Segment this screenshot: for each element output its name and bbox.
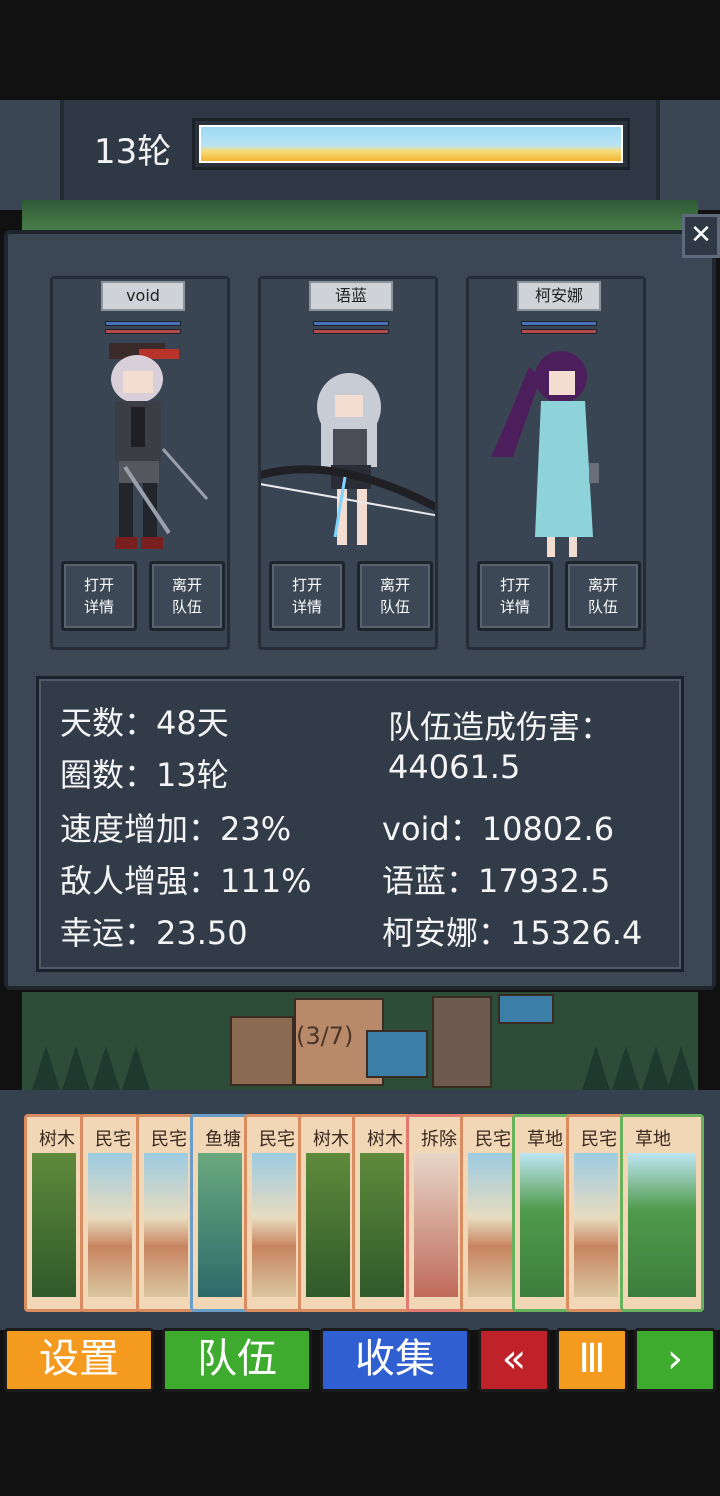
land-card-forest[interactable]: 树木 <box>352 1114 412 1312</box>
character-sprite-yulan <box>261 373 435 545</box>
rewind-button[interactable]: « <box>478 1328 550 1392</box>
open-details-button[interactable]: 打开 详情 <box>269 561 345 631</box>
character-name: 语蓝 <box>309 281 393 311</box>
map-strip-top <box>22 200 698 232</box>
tree-icon <box>92 1046 120 1090</box>
card-art <box>520 1153 564 1297</box>
tree-icon <box>32 1046 60 1090</box>
land-card-demolish[interactable]: 拆除 <box>406 1114 466 1312</box>
tree-icon <box>582 1046 610 1090</box>
team-button[interactable]: 队伍 <box>162 1328 312 1392</box>
character-name: 柯安娜 <box>517 281 601 311</box>
card-title: 拆除 <box>421 1129 457 1150</box>
map-counter: (3/7) <box>296 1022 354 1050</box>
card-title: 草地 <box>635 1129 671 1150</box>
pause-button[interactable]: Ⅲ <box>556 1328 628 1392</box>
card-art <box>88 1153 132 1297</box>
round-counter: 13轮 <box>94 132 172 172</box>
card-title: 民宅 <box>475 1129 511 1150</box>
card-art <box>574 1153 618 1297</box>
collect-button[interactable]: 收集 <box>320 1328 470 1392</box>
house-icon <box>230 1016 294 1086</box>
stat-damage-keanna: 柯安娜：15326.4 <box>382 914 643 952</box>
character-sprite-void <box>109 343 209 549</box>
tree-icon <box>642 1046 670 1090</box>
card-art <box>32 1153 76 1297</box>
card-art <box>414 1153 458 1297</box>
round-progress-fill <box>199 125 623 163</box>
land-card-grass[interactable]: 草地 <box>620 1114 704 1312</box>
land-card-house[interactable]: 民宅 <box>136 1114 196 1312</box>
card-art <box>360 1153 404 1297</box>
play-button[interactable]: › <box>634 1328 716 1392</box>
character-bars <box>521 321 597 337</box>
land-card-grass[interactable]: 草地 <box>512 1114 572 1312</box>
card-title: 民宅 <box>95 1129 131 1150</box>
character-bars <box>105 321 181 337</box>
character-card-keanna: 柯安娜 打开 详情 离开 队伍 <box>466 276 646 650</box>
land-card-house[interactable]: 民宅 <box>566 1114 626 1312</box>
tree-icon <box>612 1046 640 1090</box>
tree-icon <box>62 1046 90 1090</box>
tree-icon <box>122 1046 150 1090</box>
card-art <box>306 1153 350 1297</box>
leave-team-button[interactable]: 离开 队伍 <box>357 561 433 631</box>
house-icon <box>432 996 492 1088</box>
land-card-pond[interactable]: 鱼塘 <box>190 1114 250 1312</box>
settings-button[interactable]: 设置 <box>4 1328 154 1392</box>
open-details-button[interactable]: 打开 详情 <box>61 561 137 631</box>
tree-icon <box>667 1046 695 1090</box>
card-art <box>252 1153 296 1297</box>
stat-enemy-boost: 敌人增强：111% <box>60 862 312 900</box>
land-card-forest[interactable]: 树木 <box>24 1114 84 1312</box>
pond-icon <box>366 1030 428 1078</box>
stat-damage-yulan: 语蓝：17932.5 <box>382 862 611 900</box>
character-sprite-keanna <box>491 351 599 557</box>
stat-speed: 速度增加：23% <box>60 810 292 848</box>
card-title: 草地 <box>527 1129 563 1150</box>
leave-team-button[interactable]: 离开 队伍 <box>565 561 641 631</box>
card-art <box>628 1153 696 1297</box>
land-card-house[interactable]: 民宅 <box>244 1114 304 1312</box>
open-details-button[interactable]: 打开 详情 <box>477 561 553 631</box>
land-card-house[interactable]: 民宅 <box>80 1114 140 1312</box>
close-button[interactable]: ✕ <box>682 214 720 258</box>
stat-days: 天数：48天 <box>60 704 229 742</box>
close-icon: ✕ <box>690 220 712 250</box>
card-title: 树木 <box>367 1129 403 1150</box>
card-title: 民宅 <box>151 1129 187 1150</box>
leave-team-button[interactable]: 离开 队伍 <box>149 561 225 631</box>
pond-icon <box>498 994 554 1024</box>
land-card-house[interactable]: 民宅 <box>460 1114 520 1312</box>
stat-team-damage-value: 44061.5 <box>388 748 521 786</box>
card-title: 鱼塘 <box>205 1129 241 1150</box>
card-title: 民宅 <box>259 1129 295 1150</box>
card-title: 树木 <box>39 1129 75 1150</box>
character-name: void <box>101 281 185 311</box>
character-bars <box>313 321 389 337</box>
card-art <box>468 1153 512 1297</box>
character-card-void: void 打开 详情 离开 队伍 <box>50 276 230 650</box>
card-title: 民宅 <box>581 1129 617 1150</box>
round-progress-bar <box>192 118 630 170</box>
stat-luck: 幸运：23.50 <box>60 914 248 952</box>
card-title: 树木 <box>313 1129 349 1150</box>
stat-damage-void: void：10802.6 <box>382 810 615 848</box>
map-strip <box>22 992 698 1090</box>
card-art <box>144 1153 188 1297</box>
stat-laps: 圈数：13轮 <box>60 756 229 794</box>
character-card-yulan: 语蓝 打开 详情 离开 队伍 <box>258 276 438 650</box>
land-card-forest[interactable]: 树木 <box>298 1114 358 1312</box>
card-art <box>198 1153 242 1297</box>
stat-team-damage-label: 队伍造成伤害： <box>388 708 613 746</box>
